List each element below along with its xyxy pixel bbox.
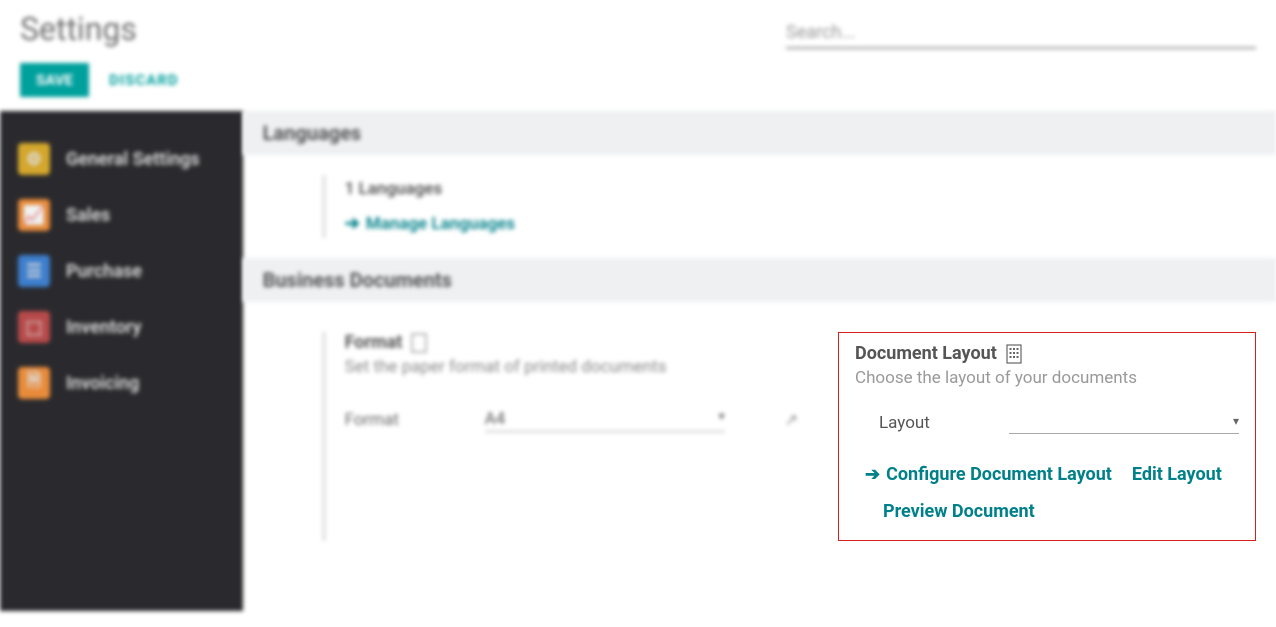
document-icon — [410, 333, 428, 353]
sidebar-item-sales[interactable]: 📈 Sales — [0, 187, 243, 243]
sidebar-item-inventory[interactable]: ⬚ Inventory — [0, 299, 243, 355]
format-subtitle: Set the paper format of printed document… — [345, 357, 798, 377]
sidebar-item-label: Sales — [66, 205, 110, 226]
configure-document-layout-label: Configure Document Layout — [886, 464, 1112, 485]
chevron-down-icon: ▾ — [1233, 414, 1239, 428]
languages-count-label: 1 Languages — [345, 179, 1276, 199]
preview-document-label: Preview Document — [883, 501, 1035, 522]
chart-icon: 📈 — [18, 199, 50, 231]
section-heading-business-documents: Business Documents — [243, 258, 1276, 302]
search-input[interactable] — [786, 18, 1256, 49]
gear-icon: ⚙ — [18, 143, 50, 175]
manage-languages-label: Manage Languages — [366, 214, 515, 234]
box-icon: ⬚ — [18, 311, 50, 343]
document-layout-highlight: Document Layout Choose the layout of you… — [838, 332, 1256, 541]
format-value: A4 — [485, 409, 506, 429]
format-select[interactable]: A4 ▾ — [485, 407, 725, 432]
manage-languages-link[interactable]: ➔ Manage Languages — [345, 213, 515, 234]
format-title: Format — [345, 332, 403, 353]
section-heading-languages: Languages — [243, 111, 1276, 155]
edit-layout-link[interactable]: Edit Layout — [1132, 464, 1222, 485]
sidebar: ⚙ General Settings 📈 Sales ☰ Purchase ⬚ … — [0, 111, 243, 611]
document-icon: 🗎 — [18, 367, 50, 399]
sidebar-item-label: Purchase — [66, 261, 142, 282]
chevron-down-icon: ▾ — [719, 409, 725, 423]
document-layout-subtitle: Choose the layout of your documents — [855, 368, 1239, 388]
discard-button[interactable]: DISCARD — [109, 71, 179, 89]
building-icon — [1005, 344, 1023, 364]
preview-document-link[interactable]: Preview Document — [865, 501, 1239, 522]
arrow-right-icon: ➔ — [865, 464, 880, 485]
edit-layout-label: Edit Layout — [1132, 464, 1222, 485]
sidebar-item-general-settings[interactable]: ⚙ General Settings — [0, 131, 243, 187]
document-layout-title: Document Layout — [855, 343, 997, 364]
sidebar-item-purchase[interactable]: ☰ Purchase — [0, 243, 243, 299]
format-field-label: Format — [345, 410, 435, 430]
layout-field-label: Layout — [879, 413, 969, 433]
save-button[interactable]: SAVE — [20, 63, 89, 97]
arrow-right-icon: ➔ — [345, 213, 360, 234]
sidebar-item-label: General Settings — [66, 149, 200, 170]
list-icon: ☰ — [18, 255, 50, 287]
sidebar-item-invoicing[interactable]: 🗎 Invoicing — [0, 355, 243, 411]
configure-document-layout-link[interactable]: ➔ Configure Document Layout — [865, 464, 1112, 485]
external-link-icon[interactable]: ↗ — [785, 410, 798, 429]
sidebar-item-label: Inventory — [66, 317, 141, 338]
page-title: Settings — [20, 10, 137, 48]
sidebar-item-label: Invoicing — [66, 373, 139, 394]
layout-select[interactable]: ▾ — [1009, 412, 1239, 434]
